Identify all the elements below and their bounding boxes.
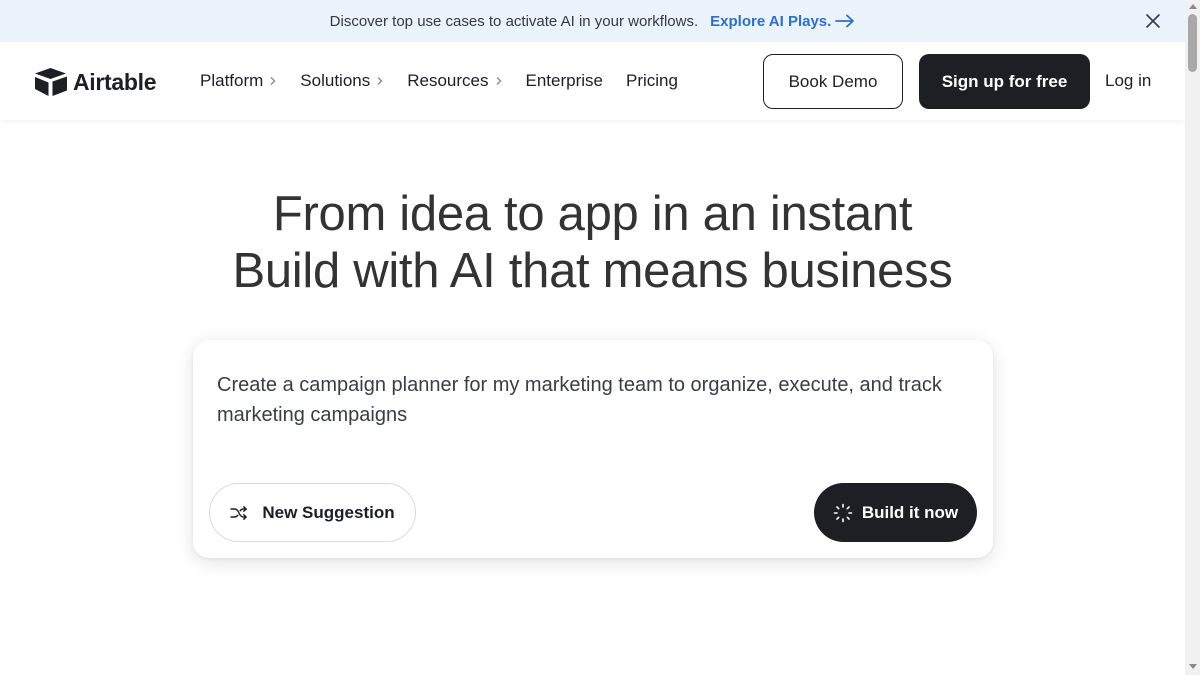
book-demo-button[interactable]: Book Demo	[763, 54, 903, 109]
nav-item-label: Enterprise	[525, 71, 603, 90]
build-it-now-label: Build it now	[861, 502, 959, 522]
announcement-banner: Discover top use cases to activate AI in…	[0, 0, 1185, 42]
nav-item-solutions[interactable]: Solutions	[300, 71, 384, 91]
shuffle-icon	[230, 505, 248, 520]
log-in-link[interactable]: Log in	[1105, 71, 1151, 91]
chevron-right-icon	[496, 77, 501, 85]
airtable-logo-icon	[35, 68, 67, 96]
site-header: Airtable Platform Solutions Resources En…	[0, 42, 1185, 120]
loading-spinner-icon	[833, 503, 853, 522]
nav-item-enterprise[interactable]: Enterprise	[526, 71, 603, 91]
ai-prompt-card: Create a campaign planner for my marketi…	[193, 340, 993, 558]
prompt-input[interactable]: Create a campaign planner for my marketi…	[217, 370, 957, 430]
nav-item-resources[interactable]: Resources	[407, 71, 502, 91]
close-icon[interactable]	[1145, 13, 1161, 29]
scroll-down-arrow-icon[interactable]	[1189, 664, 1197, 669]
build-it-now-button[interactable]: Build it now	[814, 483, 977, 542]
scroll-up-arrow-icon[interactable]	[1189, 4, 1197, 9]
nav-item-pricing[interactable]: Pricing	[626, 71, 678, 91]
banner-message: Discover top use cases to activate AI in…	[329, 12, 699, 30]
logo-wordmark: Airtable	[73, 68, 157, 95]
chevron-right-icon	[270, 77, 276, 85]
sign-up-button[interactable]: Sign up for free	[919, 54, 1090, 109]
nav-item-label: Platform	[200, 71, 264, 90]
airtable-logo[interactable]: Airtable	[33, 67, 157, 97]
banner-cta-label: Explore AI Plays.	[710, 12, 832, 30]
nav-item-label: Resources	[407, 71, 489, 90]
nav-item-platform[interactable]: Platform	[200, 71, 277, 91]
page-scrollbar[interactable]	[1185, 0, 1200, 675]
hero-title-line-2: Build with AI that means business	[232, 244, 953, 298]
nav-item-label: Solutions	[300, 71, 371, 90]
new-suggestion-button[interactable]: New Suggestion	[209, 483, 416, 542]
new-suggestion-label: New Suggestion	[262, 502, 395, 522]
hero-title-line-1: From idea to app in an instant	[272, 187, 913, 241]
arrow-right-icon	[835, 14, 855, 28]
chevron-right-icon	[377, 77, 383, 85]
hero-title: From idea to app in an instant Build wit…	[0, 186, 1185, 300]
nav-item-label: Pricing	[625, 71, 678, 90]
main-nav: Platform Solutions Resources Enterprise …	[200, 71, 701, 91]
scrollbar-thumb[interactable]	[1188, 14, 1197, 72]
explore-ai-plays-link[interactable]: Explore AI Plays.	[710, 13, 855, 30]
